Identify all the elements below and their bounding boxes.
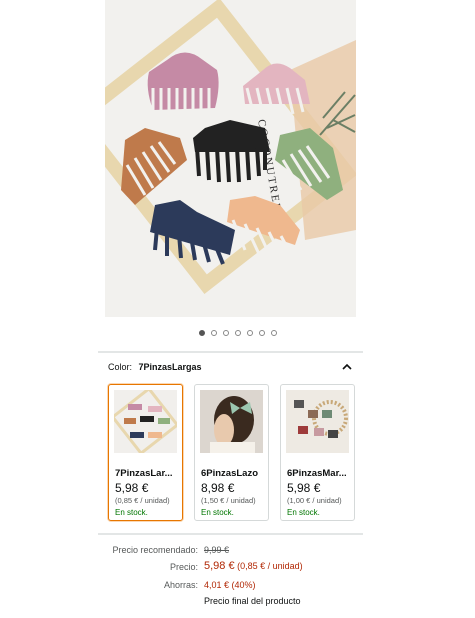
- price-value: 5,98 €: [204, 560, 235, 572]
- variant-thumbnail: [114, 390, 177, 453]
- color-label: Color:: [108, 362, 133, 372]
- variant-name: 6PinzasLazo: [201, 468, 259, 479]
- chevron-up-icon[interactable]: [341, 362, 353, 372]
- variant-card-7pinzaslargas[interactable]: 7PinzasLar... 5,98 € (0,85 € / unidad) E…: [108, 384, 183, 521]
- carousel-dot[interactable]: [246, 330, 253, 336]
- variant-thumbnail: [200, 390, 263, 453]
- variant-price: 8,98 €: [201, 481, 235, 495]
- carousel-dot[interactable]: [258, 330, 265, 336]
- final-price-note: Precio final del producto: [204, 596, 301, 606]
- variant-stock: En stock.: [287, 508, 320, 517]
- variant-stock: En stock.: [115, 508, 148, 517]
- variant-unit-price: (1,50 € / unidad): [201, 496, 256, 505]
- divider: [98, 533, 363, 535]
- savings-value: 4,01 € (40%): [204, 580, 256, 590]
- price-unit: (0,85 € / unidad): [237, 561, 303, 571]
- variant-name: 6PinzasMar...: [287, 468, 347, 479]
- variant-unit-price: (0,85 € / unidad): [115, 496, 170, 505]
- price-label: Precio:: [169, 562, 198, 572]
- price-line: 5,98 € (0,85 € / unidad): [204, 560, 303, 572]
- carousel-dot[interactable]: [270, 330, 277, 336]
- recommended-price-label: Precio recomendado:: [112, 545, 198, 555]
- carousel-dot[interactable]: [222, 330, 229, 336]
- recommended-price-value: 9,99 €: [204, 545, 230, 555]
- variant-price: 5,98 €: [115, 481, 149, 495]
- carousel-dot[interactable]: [234, 330, 241, 336]
- product-photo: COCONUTREE: [105, 0, 356, 317]
- variant-thumbnail: [286, 390, 349, 453]
- color-selector-header[interactable]: Color: 7PinzasLargas: [108, 362, 353, 378]
- savings-label: Ahorras:: [163, 580, 198, 590]
- product-image[interactable]: COCONUTREE: [105, 0, 356, 317]
- variant-stock: En stock.: [201, 508, 234, 517]
- color-selected-value: 7PinzasLargas: [138, 362, 202, 372]
- variant-price: 5,98 €: [287, 481, 321, 495]
- variant-card-6pinzasmar[interactable]: 6PinzasMar... 5,98 € (1,00 € / unidad) E…: [280, 384, 355, 521]
- divider: [98, 351, 363, 353]
- carousel-dot[interactable]: [210, 330, 217, 336]
- variant-name: 7PinzasLar...: [115, 468, 173, 479]
- variant-unit-price: (1,00 € / unidad): [287, 496, 342, 505]
- carousel-dot[interactable]: [198, 330, 205, 336]
- variant-card-6pinzaslazo[interactable]: 6PinzasLazo 8,98 € (1,50 € / unidad) En …: [194, 384, 269, 521]
- image-carousel-dots[interactable]: [0, 330, 475, 336]
